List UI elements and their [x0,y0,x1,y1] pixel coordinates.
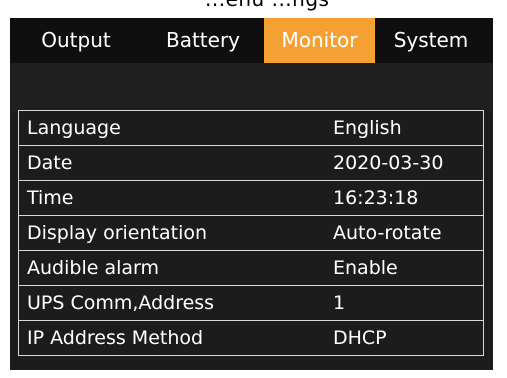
cropped-header: ...enu ...ngs [0,0,507,18]
setting-row-audible-alarm[interactable]: Audible alarm Enable [18,251,484,286]
ups-settings-screen: Output Battery Monitor System Language E… [10,18,493,370]
setting-label: IP Address Method [27,327,204,349]
setting-row-display-orientation[interactable]: Display orientation Auto-rotate [18,216,484,251]
setting-label: Audible alarm [27,257,159,279]
settings-table: Language English Date 2020-03-30 Time 16… [18,110,484,356]
setting-value: 2020-03-30 [333,152,444,174]
setting-value: DHCP [333,327,387,349]
setting-row-ip-address-method[interactable]: IP Address Method DHCP [18,321,484,356]
setting-value: 1 [333,292,346,314]
setting-value: Enable [333,257,398,279]
tab-output[interactable]: Output [10,18,142,63]
tab-system[interactable]: System [375,18,487,63]
setting-label: Display orientation [27,222,208,244]
setting-label: Language [27,117,121,139]
setting-value: 16:23:18 [333,187,419,209]
tab-monitor[interactable]: Monitor [264,18,375,63]
cropped-header-text: ...enu ...ngs [205,0,329,11]
tab-bar: Output Battery Monitor System [10,18,493,63]
setting-label: Time [27,187,74,209]
spacer [10,63,493,111]
setting-value: English [333,117,402,139]
setting-value: Auto-rotate [333,222,442,244]
setting-row-language[interactable]: Language English [18,111,484,146]
setting-row-date[interactable]: Date 2020-03-30 [18,146,484,181]
setting-row-ups-comm-address[interactable]: UPS Comm,Address 1 [18,286,484,321]
setting-label: Date [27,152,73,174]
tab-battery[interactable]: Battery [142,18,264,63]
setting-row-time[interactable]: Time 16:23:18 [18,181,484,216]
setting-label: UPS Comm,Address [27,292,215,314]
